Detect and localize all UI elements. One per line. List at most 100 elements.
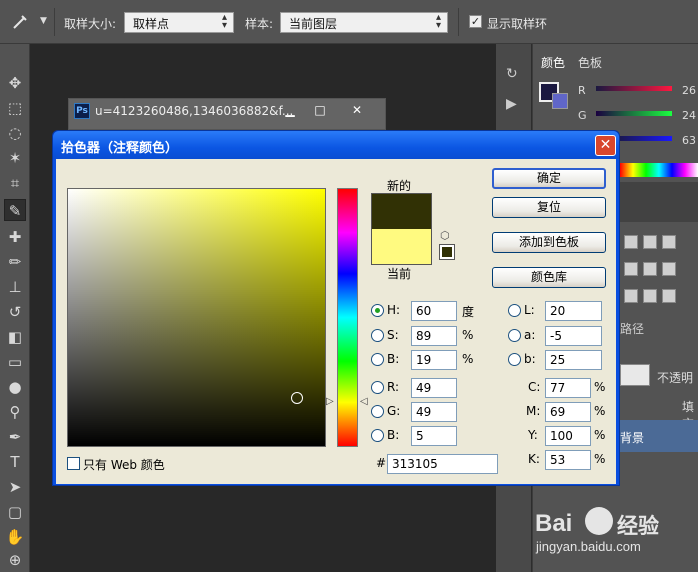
ok-button[interactable]: 确定 — [492, 168, 606, 189]
adjustment-icon[interactable] — [662, 289, 676, 303]
adjustment-icon[interactable] — [643, 262, 657, 276]
show-ring-checkbox[interactable]: ✓ — [469, 15, 482, 28]
lasso-tool-icon[interactable]: ◌ — [4, 122, 26, 144]
type-tool-icon[interactable]: T — [4, 451, 26, 473]
history-icon[interactable]: ↻ — [506, 66, 518, 82]
minimize-button[interactable]: ▁ — [276, 101, 304, 119]
healing-brush-tool-icon[interactable]: ✚ — [4, 226, 26, 248]
tab-swatches[interactable]: 色板 — [578, 54, 602, 71]
watermark-url: jingyan.baidu.com — [536, 539, 641, 554]
shape-tool-icon[interactable]: ▢ — [4, 501, 26, 523]
document-title: u=4123260486,1346036882&f... — [95, 104, 294, 118]
marquee-tool-icon[interactable]: ⬚ — [4, 97, 26, 119]
tab-color[interactable]: 颜色 — [541, 54, 565, 71]
layer-row-background[interactable]: 背景 — [620, 420, 698, 452]
adjustment-icon[interactable] — [624, 262, 638, 276]
reset-button[interactable]: 复位 — [492, 197, 606, 218]
color-picker-dialog: 拾色器（注释颜色） ✕ ▷ ◁ 新的 当前 ⬡ 确定 复位 添加到色板 颜色库 … — [52, 130, 620, 486]
hue-slider[interactable] — [337, 188, 358, 447]
hue-slider-left-handle[interactable]: ▷ — [326, 396, 334, 407]
y-unit: % — [594, 428, 606, 442]
b-channel-input[interactable]: 25 — [545, 350, 602, 370]
brightness-radio[interactable] — [371, 353, 384, 366]
web-safe-swatch[interactable] — [439, 244, 455, 260]
eyedropper-tool-icon[interactable]: ✎ — [4, 199, 26, 221]
yellow-input[interactable]: 100 — [545, 426, 591, 446]
lightness-input[interactable]: 20 — [545, 301, 602, 321]
black-input[interactable]: 53 — [545, 450, 591, 470]
color-ramp[interactable] — [620, 163, 698, 177]
hue-slider-right-handle[interactable]: ◁ — [360, 396, 368, 407]
saturation-radio[interactable] — [371, 329, 384, 342]
hex-input[interactable]: 313105 — [387, 454, 498, 474]
dodge-tool-icon[interactable]: ⚲ — [4, 401, 26, 423]
magic-wand-tool-icon[interactable]: ✶ — [4, 147, 26, 169]
saturation-input[interactable]: 89 — [411, 326, 457, 346]
blue-input[interactable]: 5 — [411, 426, 457, 446]
history-brush-tool-icon[interactable]: ↺ — [4, 301, 26, 323]
color-libraries-button[interactable]: 颜色库 — [492, 267, 606, 288]
move-tool-icon[interactable]: ✥ — [4, 72, 26, 94]
adjustment-icon[interactable] — [643, 235, 657, 249]
sample-layer-select[interactable]: 当前图层 ▴ ▾ — [280, 12, 448, 33]
path-selection-tool-icon[interactable]: ➤ — [4, 476, 26, 498]
hue-input[interactable]: 60 — [411, 301, 457, 321]
web-colors-only-checkbox[interactable] — [67, 457, 80, 470]
blue-radio[interactable] — [371, 429, 384, 442]
adjustment-icon[interactable] — [624, 289, 638, 303]
brush-tool-icon[interactable]: ✏ — [4, 251, 26, 273]
zoom-tool-icon[interactable]: ⊕ — [4, 549, 26, 571]
color-field[interactable] — [67, 188, 326, 447]
watermark-logo-text: Bai — [535, 510, 573, 537]
a-channel-input[interactable]: -5 — [545, 326, 602, 346]
blue-value[interactable]: 63 — [682, 134, 696, 147]
maximize-button[interactable]: □ — [306, 101, 334, 119]
hand-tool-icon[interactable]: ✋ — [4, 526, 26, 548]
opacity-label: 不透明 — [657, 371, 694, 385]
adjustment-icon[interactable] — [624, 235, 638, 249]
color-field-cursor[interactable] — [291, 392, 303, 404]
adjustment-icons-row — [624, 289, 698, 303]
red-slider[interactable] — [596, 86, 672, 91]
green-radio[interactable] — [371, 405, 384, 418]
a-channel-radio[interactable] — [508, 329, 521, 342]
tab-paths[interactable]: 路径 — [620, 320, 644, 337]
lab-b-label: b: — [524, 352, 536, 366]
red-value[interactable]: 26 — [682, 84, 696, 97]
crop-tool-icon[interactable]: ⌗ — [4, 172, 26, 194]
background-color-swatch[interactable] — [552, 93, 568, 109]
add-to-swatches-button[interactable]: 添加到色板 — [492, 232, 606, 253]
color-field-shade-layer — [68, 189, 325, 446]
document-window: Ps u=4123260486,1346036882&f... ▁ □ ✕ — [68, 98, 386, 130]
magenta-input[interactable]: 69 — [545, 402, 591, 422]
close-button[interactable]: ✕ — [343, 101, 371, 119]
eyedropper-icon[interactable] — [10, 12, 30, 32]
chevron-down-icon[interactable]: ▼ — [40, 16, 47, 26]
brightness-input[interactable]: 19 — [411, 350, 457, 370]
lightness-radio[interactable] — [508, 304, 521, 317]
adjustment-icon[interactable] — [662, 262, 676, 276]
dialog-titlebar[interactable]: 拾色器（注释颜色） ✕ — [53, 131, 619, 159]
green-slider[interactable] — [596, 111, 672, 116]
gradient-tool-icon[interactable]: ▭ — [4, 351, 26, 373]
cyan-input[interactable]: 77 — [545, 378, 591, 398]
play-icon[interactable]: ▶ — [506, 96, 517, 112]
blend-mode-select[interactable] — [620, 364, 650, 386]
stamp-tool-icon[interactable]: ⊥ — [4, 276, 26, 298]
a-label: a: — [524, 328, 536, 342]
sample-size-select[interactable]: 取样点 ▴ ▾ — [124, 12, 234, 33]
green-input[interactable]: 49 — [411, 402, 457, 422]
current-color-swatch[interactable] — [372, 229, 431, 264]
adjustment-icon[interactable] — [662, 235, 676, 249]
hue-radio[interactable] — [371, 304, 384, 317]
red-input[interactable]: 49 — [411, 378, 457, 398]
dialog-close-button[interactable]: ✕ — [595, 135, 616, 156]
adjustment-icon[interactable] — [643, 289, 657, 303]
red-radio[interactable] — [371, 381, 384, 394]
b-channel-radio[interactable] — [508, 353, 521, 366]
pen-tool-icon[interactable]: ✒ — [4, 426, 26, 448]
blur-tool-icon[interactable]: ● — [4, 376, 26, 398]
eraser-tool-icon[interactable]: ◧ — [4, 326, 26, 348]
cube-icon[interactable]: ⬡ — [440, 229, 450, 242]
green-value[interactable]: 24 — [682, 109, 696, 122]
